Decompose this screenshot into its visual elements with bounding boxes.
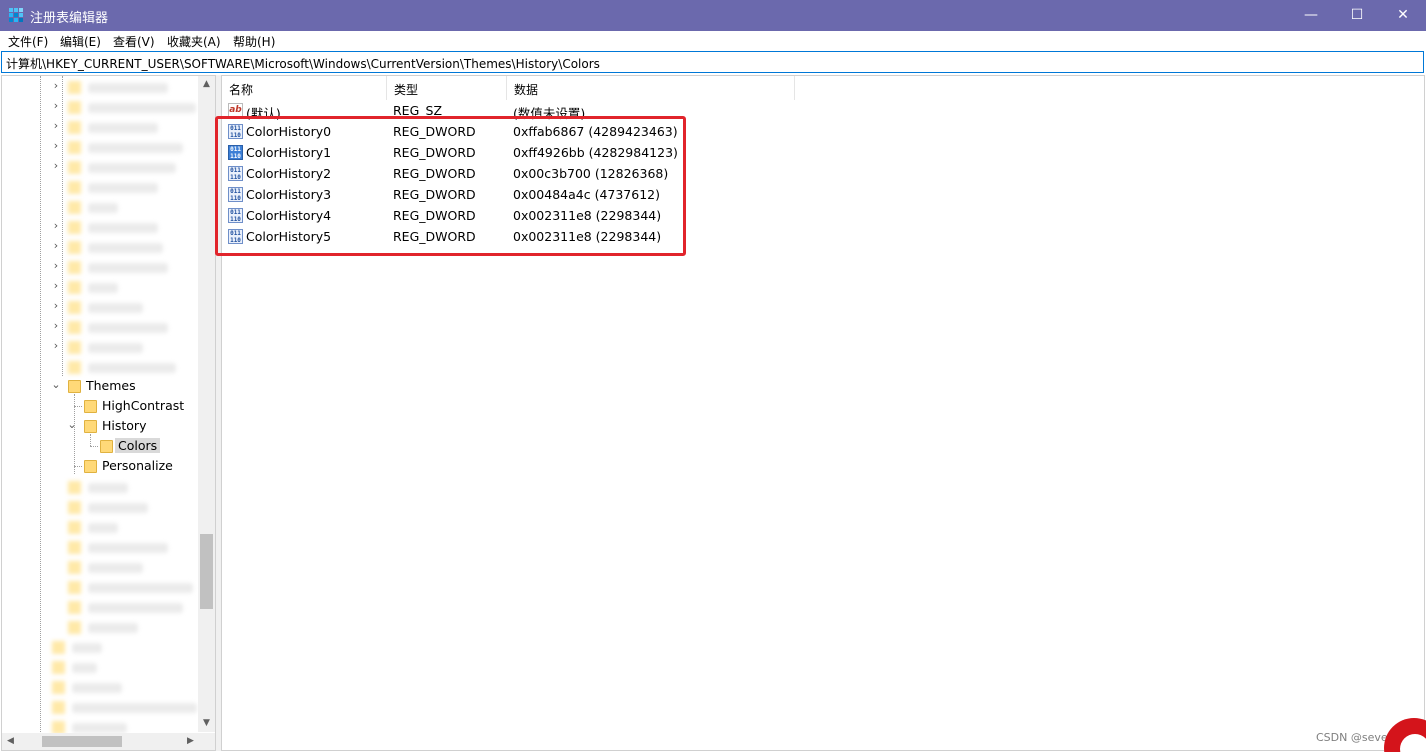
menu-edit[interactable]: 编辑(E)	[60, 33, 101, 50]
address-bar[interactable]: 计算机\HKEY_CURRENT_USER\SOFTWARE\Microsoft…	[1, 51, 1424, 73]
expand-chevron-icon[interactable]: ›	[50, 139, 62, 152]
tree-item-highcontrast[interactable]: HighContrast	[102, 398, 184, 413]
expand-chevron-icon[interactable]: ›	[50, 159, 62, 172]
scroll-left-arrow-icon[interactable]: ◀	[2, 733, 19, 750]
tree-horizontal-scrollbar[interactable]: ◀ ▶	[2, 733, 215, 750]
scrollbar-thumb[interactable]	[42, 736, 122, 747]
tree-guide-line	[74, 466, 82, 467]
menu-file[interactable]: 文件(F)	[8, 33, 48, 50]
minimize-button[interactable]: —	[1288, 0, 1334, 31]
scroll-up-arrow-icon[interactable]: ▲	[198, 76, 215, 93]
list-header: 名称 类型 数据	[222, 76, 1424, 100]
close-button[interactable]: ✕	[1380, 0, 1426, 31]
maximize-button[interactable]: ☐	[1334, 0, 1380, 31]
annotation-highlight-box	[215, 116, 686, 256]
expand-chevron-icon[interactable]: ›	[50, 299, 62, 312]
folder-icon	[84, 420, 97, 433]
scrollbar-thumb[interactable]	[200, 534, 213, 609]
menu-favorites[interactable]: 收藏夹(A)	[167, 33, 221, 50]
expand-chevron-icon[interactable]: ›	[50, 99, 62, 112]
column-header-name[interactable]: 名称	[222, 76, 387, 100]
menu-help[interactable]: 帮助(H)	[233, 33, 275, 50]
folder-icon	[84, 460, 97, 473]
tree-item-themes[interactable]: Themes	[86, 378, 136, 393]
folder-icon	[84, 400, 97, 413]
tree-guide-line	[90, 446, 98, 447]
expand-chevron-icon[interactable]: ›	[50, 79, 62, 92]
tree-guide-line	[90, 434, 91, 446]
tree-guide-line	[74, 406, 82, 407]
window-title: 注册表编辑器	[30, 11, 109, 26]
tree-item-colors[interactable]: Colors	[115, 438, 161, 453]
folder-icon	[68, 380, 81, 393]
regedit-app-icon	[9, 8, 23, 22]
menu-bar: 文件(F) 编辑(E) 查看(V) 收藏夹(A) 帮助(H)	[0, 31, 1426, 51]
expand-chevron-icon[interactable]: ›	[50, 339, 62, 352]
expand-chevron-icon[interactable]: ›	[50, 259, 62, 272]
scroll-right-arrow-icon[interactable]: ▶	[182, 733, 199, 750]
expand-chevron-icon[interactable]: ›	[50, 239, 62, 252]
collapse-chevron-icon[interactable]: ⌄	[66, 418, 78, 431]
column-header-data[interactable]: 数据	[507, 76, 795, 100]
expand-chevron-icon[interactable]: ›	[50, 219, 62, 232]
menu-view[interactable]: 查看(V)	[113, 33, 155, 50]
registry-key-tree[interactable]: › › › › › › › › › › › › ⌄ Themes HighCon…	[1, 75, 216, 751]
expand-chevron-icon[interactable]: ›	[50, 279, 62, 292]
folder-icon	[100, 440, 113, 453]
tree-vertical-scrollbar[interactable]: ▲ ▼	[198, 76, 215, 732]
title-bar: 注册表编辑器 — ☐ ✕	[0, 0, 1426, 31]
scroll-down-arrow-icon[interactable]: ▼	[198, 715, 215, 732]
expand-chevron-icon[interactable]: ›	[50, 119, 62, 132]
expand-chevron-icon[interactable]: ›	[50, 319, 62, 332]
tree-guide-line	[62, 76, 63, 376]
tree-guide-line	[40, 76, 41, 750]
column-header-type[interactable]: 类型	[387, 76, 507, 100]
tree-item-history[interactable]: History	[102, 418, 146, 433]
collapse-chevron-icon[interactable]: ⌄	[50, 378, 62, 391]
tree-item-personalize[interactable]: Personalize	[102, 458, 173, 473]
